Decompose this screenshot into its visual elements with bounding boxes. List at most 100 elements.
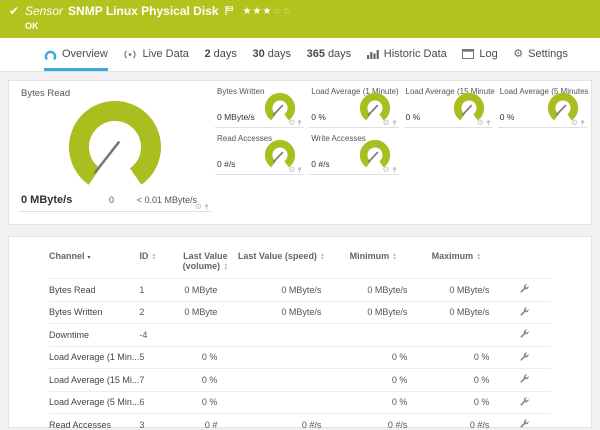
col-channel[interactable]: Channel ▾ [49, 249, 139, 279]
chart-icon [366, 49, 379, 59]
gear-icon[interactable]: ⚙ [382, 166, 389, 174]
wrench-icon[interactable] [519, 351, 530, 364]
pin-icon[interactable] [392, 166, 397, 174]
sort-icon: ▲ ▼ [476, 251, 482, 262]
sort-icon: ▲ ▼ [223, 261, 229, 272]
cell-channel: Load Average (1 Min... [49, 345, 140, 369]
overview-gauges-panel: Bytes Read 0 MByte/s 0 < 0.01 MByte/s ⚙ … [8, 80, 592, 225]
wrench-icon[interactable] [519, 306, 530, 319]
gauge-tile: Load Average (15 Minutes) 0 % ⚙ [403, 85, 495, 128]
tab-2-days[interactable]: 2 days [205, 38, 237, 71]
col-last-value-speed[interactable]: Last Value (speed) ▲ ▼ [231, 249, 331, 279]
table-row[interactable]: Read Accesses 3 0 # 0 #/s 0 #/s 0 #/s [49, 413, 552, 430]
cell-minimum: 0 MByte/s [331, 300, 416, 324]
tab-historic-data[interactable]: Historic Data [366, 38, 447, 71]
prtg-sensor-page: ✔ Sensor SNMP Linux Physical Disk ★★★☆☆ … [0, 0, 600, 430]
gear-icon[interactable]: ⚙ [571, 119, 578, 127]
wrench-icon[interactable] [519, 396, 530, 409]
cell-last-value-volume: 0 % [179, 390, 232, 414]
sort-icon: ▲ ▼ [319, 251, 325, 262]
wrench-icon[interactable] [519, 418, 530, 430]
cell-last-value-speed: 0 MByte/s [231, 278, 332, 301]
secondary-gauges-grid: Bytes Written 0 MByte/s ⚙ Load Average (… [215, 85, 589, 175]
gear-icon[interactable]: ⚙ [288, 166, 295, 174]
col-maximum[interactable]: Maximum ▲ ▼ [415, 249, 497, 279]
cell-last-value-speed [231, 368, 332, 391]
gauge-icon [44, 49, 57, 60]
gauge-current-value: 0 % [405, 112, 421, 122]
gauge-scale-max: < 0.01 MByte/s [136, 195, 197, 205]
col-tools [497, 249, 551, 279]
cell-last-value-volume [179, 323, 232, 346]
wrench-icon[interactable] [519, 373, 530, 386]
table-row[interactable]: Load Average (1 Min... 5 0 % 0 % 0 % [49, 345, 552, 369]
tab-settings[interactable]: ⚙ Settings [513, 38, 568, 71]
cell-id: 6 [139, 390, 180, 414]
pause-flag-icon[interactable] [224, 4, 233, 18]
table-row[interactable]: Load Average (15 Mi... 7 0 % 0 % 0 % [49, 368, 552, 391]
gauge-current-value: 0 MByte/s [217, 112, 255, 122]
cell-channel: Downtime [49, 323, 140, 346]
cell-id: 3 [139, 413, 180, 430]
tab-30-days[interactable]: 30 days [252, 38, 291, 71]
cell-minimum: 0 MByte/s [331, 278, 416, 301]
pin-icon[interactable] [204, 203, 209, 211]
gear-icon[interactable]: ⚙ [195, 203, 202, 211]
cell-maximum: 0 #/s [415, 413, 498, 430]
cell-last-value-speed: 0 #/s [231, 413, 332, 430]
gear-icon[interactable]: ⚙ [477, 119, 484, 127]
cell-channel: Bytes Written [49, 300, 140, 324]
cell-last-value-volume: 0 % [179, 345, 232, 369]
status-ok-check-icon: ✔ [9, 4, 20, 18]
cell-id: 7 [139, 368, 180, 391]
tab-365-days[interactable]: 365 days [307, 38, 352, 71]
tab-label: Live Data [142, 48, 189, 60]
wrench-icon[interactable] [519, 283, 530, 296]
window-icon [462, 49, 475, 59]
cell-maximum: 0 % [415, 368, 498, 391]
tab-number: 365 [306, 48, 325, 60]
gauge-current-value: 0 % [311, 112, 326, 122]
tab-live-data[interactable]: Live Data [123, 38, 189, 71]
star-empty-icon: ☆☆ [272, 5, 293, 17]
gear-icon: ⚙ [513, 47, 524, 60]
pin-icon[interactable] [297, 119, 302, 127]
pin-icon[interactable] [486, 119, 491, 127]
pin-icon[interactable] [297, 166, 302, 174]
gear-icon[interactable]: ⚙ [288, 119, 295, 127]
cell-maximum [415, 323, 498, 346]
sort-icon: ▲ ▼ [151, 251, 157, 262]
cell-id: -4 [139, 323, 180, 346]
cell-last-value-volume: 0 MByte [179, 300, 232, 324]
table-row[interactable]: Downtime -4 [49, 323, 552, 346]
cell-channel: Read Accesses [49, 413, 140, 430]
tab-label: Overview [62, 48, 108, 60]
gauge-tile: Load Average (5 Minutes) 0 % ⚙ [497, 85, 589, 128]
pin-icon[interactable] [392, 119, 397, 127]
gauge-title: Bytes Written [217, 87, 265, 96]
cell-minimum [331, 323, 416, 346]
cell-last-value-speed [231, 323, 332, 346]
table-row[interactable]: Bytes Written 2 0 MByte 0 MByte/s 0 MByt… [49, 300, 552, 324]
col-minimum[interactable]: Minimum ▲ ▼ [331, 249, 415, 279]
wrench-icon[interactable] [519, 328, 530, 341]
table-row[interactable]: Load Average (5 Min... 6 0 % 0 % 0 % [49, 390, 552, 414]
gear-icon[interactable]: ⚙ [382, 119, 389, 127]
col-last-value-volume[interactable]: Last Value (volume) ▲ ▼ [179, 249, 231, 279]
pin-icon[interactable] [580, 119, 585, 127]
primary-gauge-tile: Bytes Read 0 MByte/s 0 < 0.01 MByte/s ⚙ [19, 85, 211, 212]
cell-last-value-speed [231, 390, 332, 414]
cell-maximum: 0 MByte/s [415, 300, 498, 324]
priority-stars[interactable]: ★★★☆☆ [243, 6, 293, 17]
cell-maximum: 0 % [415, 390, 498, 414]
table-row[interactable]: Bytes Read 1 0 MByte 0 MByte/s 0 MByte/s… [49, 278, 552, 301]
tab-overview[interactable]: Overview [44, 38, 108, 71]
cell-channel: Load Average (5 Min... [49, 390, 140, 414]
channel-table-panel: Channel ▾ ID ▲ ▼ Last Value (volume) ▲ ▼ Last… [8, 236, 592, 430]
cell-channel: Bytes Read [49, 278, 140, 301]
tab-label: days [267, 48, 291, 60]
cell-channel: Load Average (15 Mi... [49, 368, 140, 391]
col-id[interactable]: ID ▲ ▼ [139, 249, 179, 279]
tab-log[interactable]: Log [462, 38, 498, 71]
tab-number: 2 [204, 48, 211, 60]
